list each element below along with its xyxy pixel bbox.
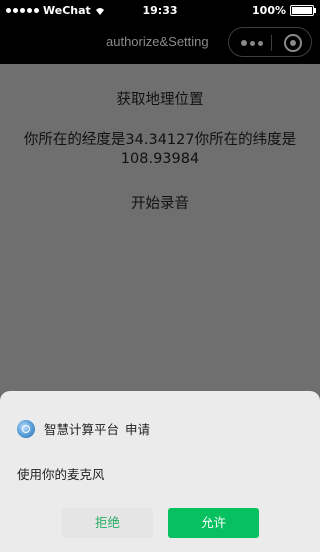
permission-description: 使用你的麦克风 [17, 467, 105, 482]
status-bar: WeChat 19:33 100% [0, 0, 320, 22]
start-recording-button[interactable]: 开始录音 [0, 192, 320, 213]
more-icon[interactable] [241, 38, 271, 48]
app-logo-icon [17, 419, 35, 438]
app-name: 智慧计算平台 [44, 422, 120, 437]
capsule-divider [271, 35, 272, 51]
page-title: authorize&Setting [106, 34, 209, 49]
menu-capsule [228, 27, 312, 57]
allow-button[interactable]: 允许 [168, 508, 259, 538]
app-info: 智慧计算平台 申请 [17, 419, 150, 438]
nav-bar: authorize&Setting [0, 22, 320, 64]
status-right: 100% [252, 4, 316, 17]
battery-icon [290, 5, 316, 16]
authorization-sheet: 智慧计算平台 申请 使用你的麦克风 拒绝 允许 [0, 391, 320, 552]
battery-percent: 100% [252, 4, 286, 17]
request-label: 申请 [125, 422, 151, 437]
close-miniprogram-icon[interactable] [284, 34, 302, 52]
coordinates-text: 你所在的经度是34.34127你所在的纬度是108.93984 [23, 132, 297, 167]
reject-button[interactable]: 拒绝 [62, 508, 153, 538]
get-location-button[interactable]: 获取地理位置 [0, 88, 320, 109]
